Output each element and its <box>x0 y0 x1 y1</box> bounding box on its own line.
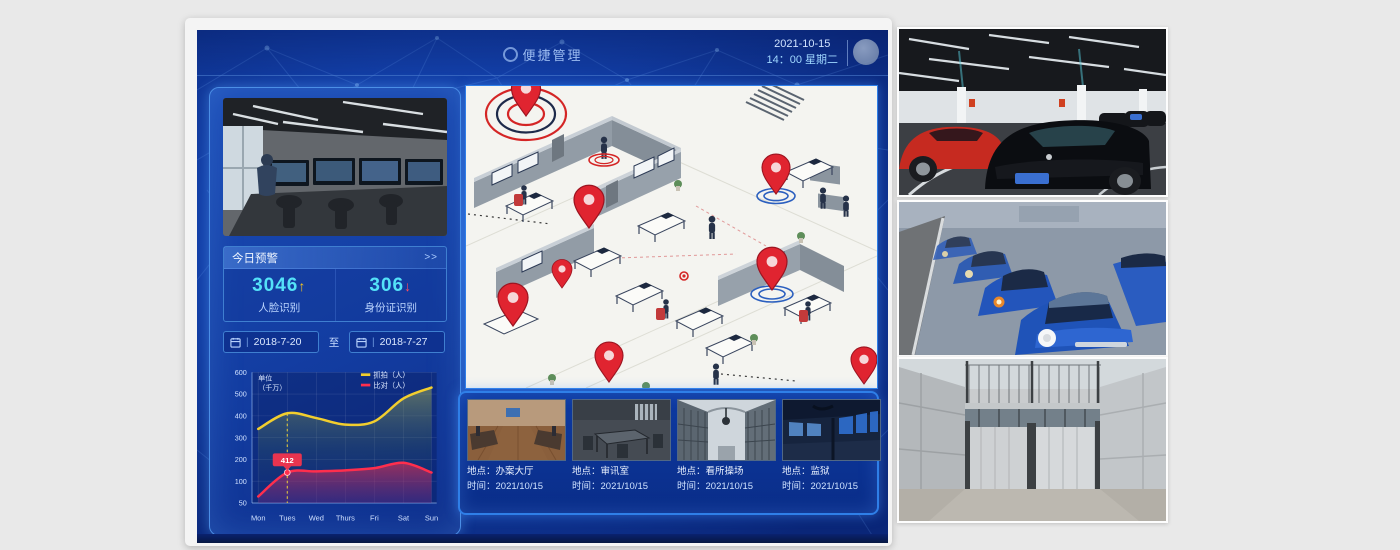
dashboard-screen: 便捷管理 2021-10-15 14：00 星期二 <box>197 30 888 543</box>
svg-text:Mon: Mon <box>251 514 266 523</box>
camera-location: 地点：看所操场 <box>677 465 776 480</box>
end-date-picker[interactable]: | 2018-7-27 <box>349 331 445 353</box>
header-divider <box>847 40 848 66</box>
camera-cell-yard: 地点：看所操场 时间：2021/10/15 <box>677 399 776 494</box>
svg-text:单位: 单位 <box>258 374 272 383</box>
photo-blue-car-row <box>897 200 1168 357</box>
today-alert-card: 今日预警 >> 3046↑ 人脸识别 306↓ 身份证识别 <box>223 246 447 322</box>
camera-thumb-yard[interactable] <box>677 399 776 461</box>
calendar-icon <box>230 337 241 348</box>
left-panel: 今日预警 >> 3046↑ 人脸识别 306↓ 身份证识别 <box>209 87 461 536</box>
camera-cell-interrogation: 地点：审讯室 时间：2021/10/15 <box>572 399 671 494</box>
svg-text:（千万）: （千万） <box>258 383 286 392</box>
start-date-picker[interactable]: | 2018-7-20 <box>223 331 319 353</box>
camera-time: 时间：2021/10/15 <box>677 480 776 495</box>
svg-text:500: 500 <box>235 390 247 399</box>
svg-text:200: 200 <box>235 455 247 464</box>
svg-text:600: 600 <box>235 368 247 377</box>
start-date-value: 2018-7-20 <box>254 336 302 348</box>
top-header: 便捷管理 2021-10-15 14：00 星期二 <box>197 30 888 76</box>
control-room-video-feed <box>223 98 447 236</box>
weekly-chart-svg: 600 500 400 300 200 100 50 Mon Tues Wed Thurs Fri Sa… <box>216 364 454 530</box>
camera-cell-prison: 地点：监狱 时间：2021/10/15 <box>782 399 881 494</box>
up-arrow-icon: ↑ <box>298 278 306 294</box>
camera-thumb-hall[interactable] <box>467 399 566 461</box>
header-date: 2021-10-15 <box>766 36 838 52</box>
divider: | <box>246 337 249 348</box>
page: 便捷管理 2021-10-15 14：00 星期二 <box>0 0 1400 550</box>
app-title: 便捷管理 <box>502 45 582 64</box>
end-date-value: 2018-7-27 <box>380 336 428 348</box>
stat-face-recognition: 3046↑ 人脸识别 <box>224 269 335 321</box>
alert-more-button[interactable]: >> <box>424 252 438 263</box>
app-title-text: 便捷管理 <box>522 45 582 64</box>
svg-text:Sat: Sat <box>398 514 410 523</box>
svg-text:抓拍（人）: 抓拍（人） <box>373 370 409 379</box>
camera-time: 时间：2021/10/15 <box>467 480 566 495</box>
stat-value: 3046 <box>252 275 298 296</box>
app-logo-icon <box>502 47 517 62</box>
svg-text:400: 400 <box>235 411 247 420</box>
svg-text:Fri: Fri <box>370 514 379 523</box>
camera-strip: 地点：办案大厅 时间：2021/10/15 <box>458 391 879 515</box>
header-time: 14：00 星期二 <box>766 52 838 68</box>
photo-parking-garage <box>897 27 1168 197</box>
date-range-row: | 2018-7-20 至 | 2018-7-27 <box>223 330 445 354</box>
weekly-capture-chart: 600 500 400 300 200 100 50 Mon Tues Wed Thurs Fri Sa… <box>216 364 454 530</box>
stat-value: 306 <box>369 275 404 296</box>
svg-text:50: 50 <box>239 499 247 508</box>
camera-time: 时间：2021/10/15 <box>572 480 671 495</box>
stat-label: 人脸识别 <box>258 300 300 315</box>
alert-title: 今日预警 <box>232 250 278 266</box>
calendar-icon <box>356 337 367 348</box>
camera-location: 地点：审讯室 <box>572 465 671 480</box>
divider: | <box>372 337 375 348</box>
down-arrow-icon: ↓ <box>404 278 412 294</box>
date-range-separator: 至 <box>329 335 340 350</box>
photo-warehouse-gate <box>897 357 1168 523</box>
svg-text:412: 412 <box>281 456 295 465</box>
svg-text:比对（人）: 比对（人） <box>373 381 409 390</box>
svg-text:Sun: Sun <box>425 514 438 523</box>
screen-bottom-bezel <box>197 534 888 543</box>
camera-location: 地点：监狱 <box>782 465 881 480</box>
office-floor-map[interactable] <box>465 85 878 389</box>
camera-cell-hall: 地点：办案大厅 时间：2021/10/15 <box>467 399 566 494</box>
camera-thumb-interrogation[interactable] <box>572 399 671 461</box>
svg-text:Thurs: Thurs <box>336 514 355 523</box>
svg-text:Tues: Tues <box>279 514 296 523</box>
camera-time: 时间：2021/10/15 <box>782 480 881 495</box>
svg-text:300: 300 <box>235 433 247 442</box>
svg-text:100: 100 <box>235 477 247 486</box>
camera-thumb-prison[interactable] <box>782 399 881 461</box>
header-datetime: 2021-10-15 14：00 星期二 <box>766 36 838 68</box>
stat-id-verification: 306↓ 身份证识别 <box>335 269 447 321</box>
stat-label: 身份证识别 <box>365 300 418 315</box>
camera-location: 地点：办案大厅 <box>467 465 566 480</box>
avatar[interactable] <box>853 39 879 65</box>
svg-text:Wed: Wed <box>309 514 324 523</box>
